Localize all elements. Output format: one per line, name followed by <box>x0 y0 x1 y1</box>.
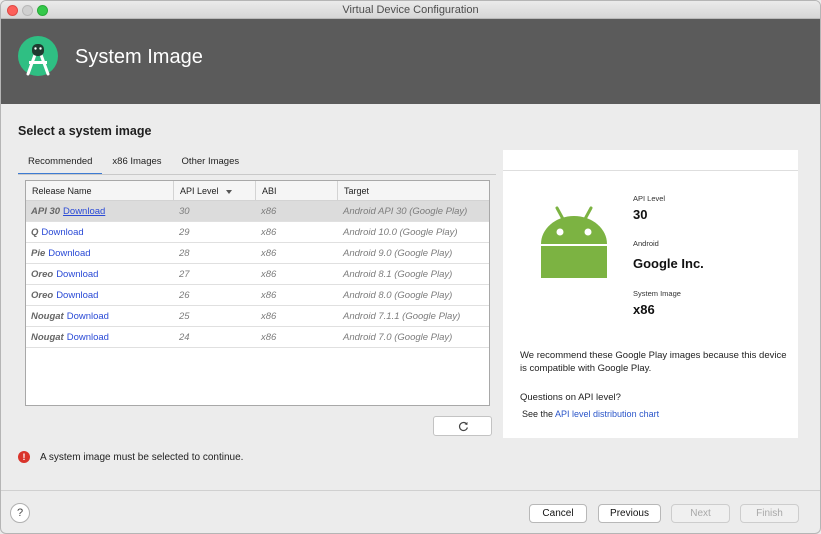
table-row[interactable]: Nougat Download 24 x86 Android 7.0 (Googl… <box>26 327 489 348</box>
api-level-cell: 26 <box>179 290 190 301</box>
api-level-label: API Level <box>633 194 666 203</box>
api-level-cell: 27 <box>179 269 190 280</box>
abi-cell: x86 <box>261 248 277 259</box>
cancel-button[interactable]: Cancel <box>529 504 587 523</box>
table-row[interactable]: Q Download 29 x86 Android 10.0 (Google Pl… <box>26 222 489 243</box>
sort-descending-icon <box>225 189 232 194</box>
table-row[interactable]: Oreo Download 26 x86 Android 8.0 (Google … <box>26 285 489 306</box>
page-title: System Image <box>75 46 203 68</box>
abi-cell: x86 <box>261 227 277 238</box>
download-link[interactable]: Download <box>63 206 105 217</box>
next-button[interactable]: Next <box>671 504 730 523</box>
abi-cell: x86 <box>261 206 277 217</box>
see-chart-line: See the API level distribution chart <box>522 409 659 419</box>
release-name: Oreo <box>31 290 54 301</box>
image-details-panel: API Level 30 Android Google Inc. System … <box>503 150 798 438</box>
abi-cell: x86 <box>261 269 277 280</box>
tab-divider <box>18 174 496 175</box>
refresh-icon <box>458 421 468 432</box>
details-header-strip <box>503 150 798 171</box>
target-cell: Android 8.1 (Google Play) <box>343 269 453 280</box>
download-link[interactable]: Download <box>56 290 98 301</box>
footer-divider <box>1 490 820 491</box>
column-api-level-label: API Level <box>180 186 219 196</box>
android-vendor-value: Google Inc. <box>633 256 704 271</box>
column-abi[interactable]: ABI <box>256 181 338 200</box>
android-studio-icon <box>18 36 58 76</box>
android-label: Android <box>633 239 659 248</box>
see-prefix: See the <box>522 409 556 419</box>
target-cell: Android API 30 (Google Play) <box>343 206 468 217</box>
table-row[interactable]: Nougat Download 25 x86 Android 7.1.1 (Goo… <box>26 306 489 327</box>
target-cell: Android 9.0 (Google Play) <box>343 248 453 259</box>
column-target[interactable]: Target <box>338 181 489 200</box>
title-bar[interactable]: Virtual Device Configuration <box>1 1 820 19</box>
table-row[interactable]: API 30 Download 30 x86 Android API 30 (Go… <box>26 201 489 222</box>
release-name: Oreo <box>31 269 54 280</box>
download-link[interactable]: Download <box>48 248 90 259</box>
system-image-value: x86 <box>633 302 655 317</box>
tab-recommended[interactable]: Recommended <box>18 151 103 175</box>
error-message: A system image must be selected to conti… <box>40 452 244 463</box>
abi-cell: x86 <box>261 290 277 301</box>
previous-button[interactable]: Previous <box>598 504 661 523</box>
window-title: Virtual Device Configuration <box>342 4 479 16</box>
system-image-label: System Image <box>633 289 681 298</box>
dialog-window: Virtual Device Configuration System Imag… <box>0 0 821 534</box>
release-name: Nougat <box>31 332 64 343</box>
refresh-button[interactable] <box>433 416 492 436</box>
target-cell: Android 7.1.1 (Google Play) <box>343 311 461 322</box>
release-name: Nougat <box>31 311 64 322</box>
target-cell: Android 8.0 (Google Play) <box>343 290 453 301</box>
target-cell: Android 7.0 (Google Play) <box>343 332 453 343</box>
abi-cell: x86 <box>261 332 277 343</box>
download-link[interactable]: Download <box>67 332 109 343</box>
download-link[interactable]: Download <box>41 227 83 238</box>
download-link[interactable]: Download <box>56 269 98 280</box>
release-name: API 30 <box>31 206 61 217</box>
api-level-cell: 30 <box>179 206 190 217</box>
target-cell: Android 10.0 (Google Play) <box>343 227 458 238</box>
api-level-value: 30 <box>633 207 648 222</box>
error-icon: ! <box>18 451 30 463</box>
column-api-level[interactable]: API Level <box>174 181 256 200</box>
api-level-cell: 25 <box>179 311 190 322</box>
help-button[interactable]: ? <box>10 503 30 523</box>
finish-button[interactable]: Finish <box>740 504 799 523</box>
tab-other-images[interactable]: Other Images <box>172 151 250 175</box>
api-level-cell: 29 <box>179 227 190 238</box>
tab-x86-images[interactable]: x86 Images <box>102 151 171 175</box>
column-release-name[interactable]: Release Name <box>26 181 174 200</box>
wizard-header: System Image <box>1 19 820 104</box>
api-distribution-chart-link[interactable]: API level distribution chart <box>555 409 659 419</box>
image-tabs: Recommended x86 Images Other Images <box>18 151 249 176</box>
download-link[interactable]: Download <box>67 311 109 322</box>
api-level-cell: 28 <box>179 248 190 259</box>
abi-cell: x86 <box>261 311 277 322</box>
api-level-cell: 24 <box>179 332 190 343</box>
table-header: Release Name API Level ABI Target <box>26 181 489 201</box>
system-image-table: Release Name API Level ABI Target API 30… <box>25 180 490 406</box>
release-name: Pie <box>31 248 46 259</box>
table-row[interactable]: Oreo Download 27 x86 Android 8.1 (Google … <box>26 264 489 285</box>
android-robot-icon <box>541 206 607 278</box>
section-title: Select a system image <box>18 124 152 138</box>
api-question-text: Questions on API level? <box>520 392 621 403</box>
table-row[interactable]: Pie Download 28 x86 Android 9.0 (Google P… <box>26 243 489 264</box>
release-name: Q <box>31 227 39 238</box>
recommendation-text: We recommend these Google Play images be… <box>520 350 787 374</box>
